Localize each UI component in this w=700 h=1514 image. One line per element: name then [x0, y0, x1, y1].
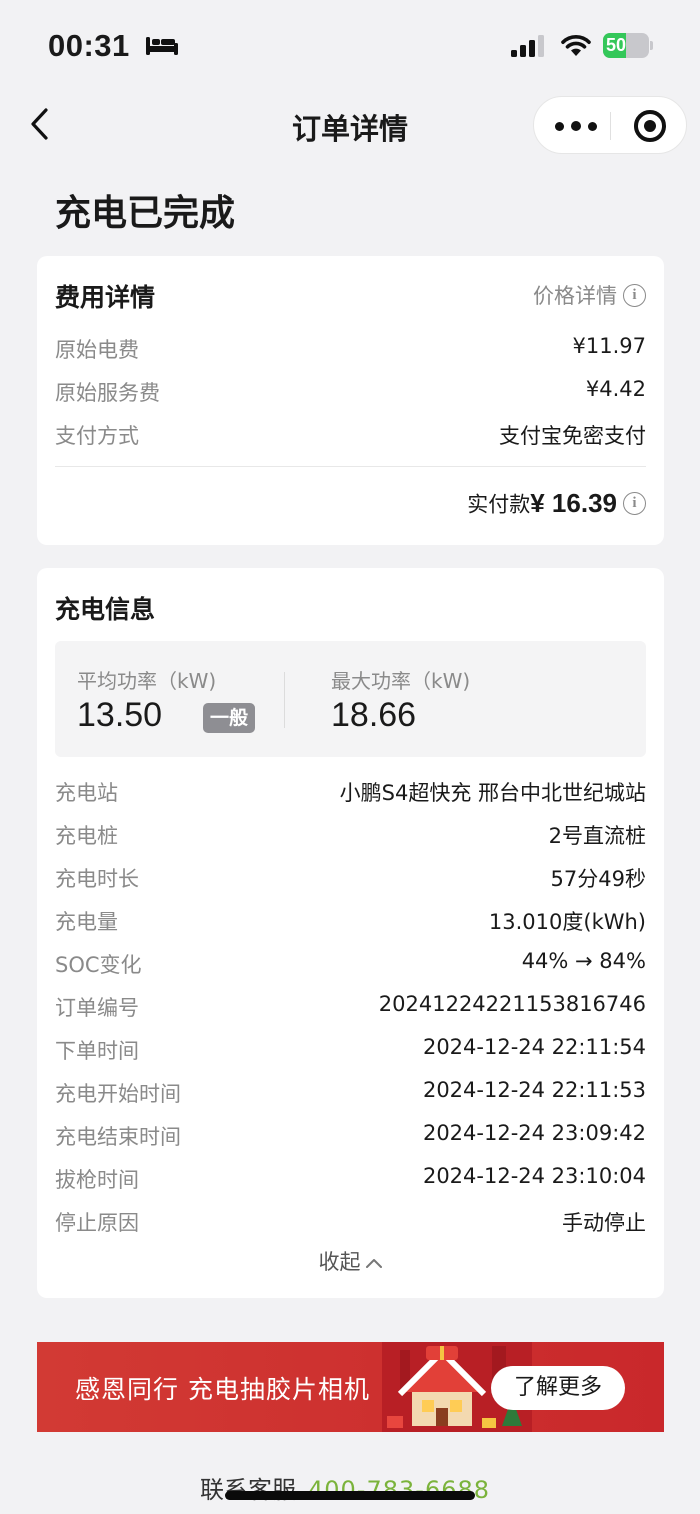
power-level-badge: 一般 — [203, 703, 256, 733]
fee-row-label: 支付方式 — [55, 424, 139, 448]
order-detail-page: 00:31 50 订单详情 充电已完成 费用详情 价格详情 i 原始电费 ¥11… — [0, 0, 700, 1514]
fee-row: 支付方式 支付宝免密支付 — [55, 416, 646, 450]
max-power-value: 18.66 — [331, 696, 417, 734]
info-row-label: 充电量 — [55, 910, 118, 934]
mini-program-capsule — [533, 96, 687, 154]
price-details-label: 价格详情 — [533, 284, 617, 308]
total-info-icon[interactable]: i — [623, 492, 646, 515]
cellular-signal-icon — [511, 35, 544, 57]
chevron-up-icon — [365, 1259, 382, 1268]
info-row-value: 小鹏S4超快充 邢台中北世纪城站 — [339, 781, 646, 805]
total-paid: 实付款¥ 16.39 i — [467, 488, 646, 528]
avg-power-value: 13.50 — [77, 696, 163, 734]
total-paid-label: 实付款 — [467, 492, 531, 517]
info-row-energy: 充电量 13.010度(kWh) — [55, 902, 646, 936]
fee-details-card: 费用详情 价格详情 i 原始电费 ¥11.97 原始服务费 ¥4.42 支付方式 … — [37, 256, 664, 545]
collapse-button[interactable]: 收起 — [37, 1246, 664, 1276]
info-row-stop-reason: 停止原因 手动停止 — [55, 1203, 646, 1237]
info-row-value: 2024-12-24 22:11:54 — [422, 1035, 646, 1059]
avg-power-label: 平均功率（kW) — [77, 669, 217, 693]
info-row-value: 2号直流桩 — [548, 824, 646, 848]
promo-banner-text: 感恩同行 充电抽胶片相机 — [75, 1375, 370, 1404]
info-row-value: 2024-12-24 22:11:53 — [422, 1078, 646, 1102]
fee-row-value: ¥11.97 — [572, 334, 646, 358]
info-row-label: 停止原因 — [55, 1211, 139, 1235]
promo-banner[interactable]: 感恩同行 充电抽胶片相机 了解更多 — [37, 1342, 664, 1432]
info-row-label: SOC变化 — [55, 953, 142, 977]
info-row-duration: 充电时长 57分49秒 — [55, 859, 646, 893]
info-row-label: 充电站 — [55, 781, 118, 805]
max-power-label: 最大功率（kW) — [331, 669, 471, 693]
info-row-value: 57分49秒 — [550, 867, 646, 891]
info-row-value: 2024-12-24 23:10:04 — [422, 1164, 646, 1188]
info-row-value: 44% → 84% — [521, 949, 646, 973]
collapse-label: 收起 — [318, 1250, 361, 1274]
fee-row-label: 原始电费 — [55, 338, 139, 362]
status-time: 00:31 — [48, 28, 130, 63]
total-paid-amount: ¥ 16.39 — [530, 488, 617, 518]
home-indicator[interactable] — [225, 1491, 475, 1500]
learn-more-button[interactable]: 了解更多 — [491, 1366, 625, 1410]
price-details-link[interactable]: 价格详情 i — [533, 280, 646, 310]
max-power: 最大功率（kW) 18.66 — [331, 641, 631, 757]
order-status-title: 充电已完成 — [55, 193, 236, 234]
fee-row-value: 支付宝免密支付 — [499, 424, 646, 448]
info-row-order-time: 下单时间 2024-12-24 22:11:54 — [55, 1031, 646, 1065]
wifi-icon — [561, 35, 591, 56]
battery-percent: 50 — [606, 35, 627, 55]
info-row-station: 充电站 小鹏S4超快充 邢台中北世纪城站 — [55, 773, 646, 807]
info-row-label: 充电开始时间 — [55, 1082, 181, 1106]
info-icon: i — [623, 283, 646, 307]
info-row-label: 拔枪时间 — [55, 1168, 139, 1192]
info-row-start-time: 充电开始时间 2024-12-24 22:11:53 — [55, 1074, 646, 1108]
fee-row-value: ¥4.42 — [585, 377, 646, 401]
info-row-label: 充电时长 — [55, 867, 139, 891]
info-row-pile: 充电桩 2号直流桩 — [55, 816, 646, 850]
info-row-value: 20241224221153816746 — [378, 992, 646, 1016]
info-row-value: 2024-12-24 23:09:42 — [422, 1121, 646, 1145]
fee-row-label: 原始服务费 — [55, 381, 160, 405]
info-row-value: 13.010度(kWh) — [488, 910, 646, 934]
status-bar: 00:31 50 — [0, 0, 700, 90]
sleep-focus-icon — [146, 37, 178, 55]
info-row-label: 充电桩 — [55, 824, 118, 848]
info-row-label: 下单时间 — [55, 1039, 139, 1063]
info-row-order-number: 订单编号 20241224221153816746 — [55, 988, 646, 1022]
nav-bar: 订单详情 — [0, 90, 700, 160]
more-options-button[interactable] — [546, 97, 606, 155]
info-row-value: 手动停止 — [562, 1211, 646, 1235]
charging-info-card: 充电信息 平均功率（kW) 13.50 一般 最大功率（kW) 18.66 充电… — [37, 568, 664, 1298]
info-row-unplug-time: 拔枪时间 2024-12-24 23:10:04 — [55, 1160, 646, 1194]
close-mini-program-button[interactable] — [618, 97, 682, 155]
info-row-end-time: 充电结束时间 2024-12-24 23:09:42 — [55, 1117, 646, 1151]
info-row-label: 充电结束时间 — [55, 1125, 181, 1149]
divider — [55, 466, 646, 467]
avg-power: 平均功率（kW) 13.50 一般 — [77, 641, 277, 757]
info-row-soc: SOC变化 44% → 84% — [55, 945, 646, 979]
fee-card-title: 费用详情 — [55, 283, 156, 312]
fee-row: 原始电费 ¥11.97 — [55, 330, 646, 364]
info-row-label: 订单编号 — [55, 996, 139, 1020]
battery-indicator: 50 — [603, 33, 653, 58]
power-summary: 平均功率（kW) 13.50 一般 最大功率（kW) 18.66 — [55, 641, 646, 757]
fee-row: 原始服务费 ¥4.42 — [55, 373, 646, 407]
charging-card-title: 充电信息 — [55, 595, 156, 624]
